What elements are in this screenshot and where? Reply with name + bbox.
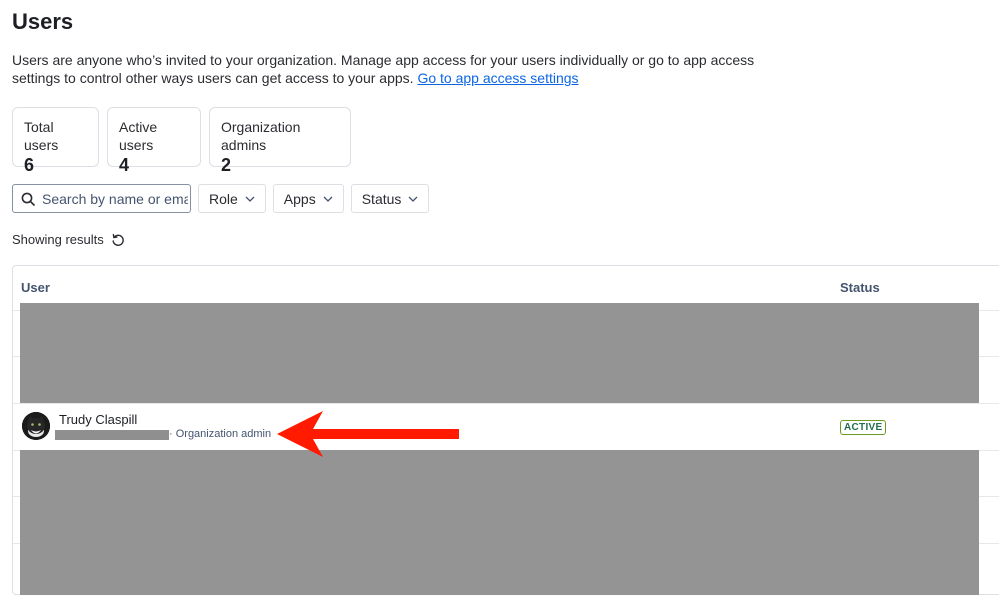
search-field[interactable] xyxy=(12,184,191,213)
user-role: · Organization admin xyxy=(169,428,272,440)
stat-label: Active users xyxy=(119,119,158,153)
stat-card-total-users: Total users 6 xyxy=(12,107,99,175)
chevron-down-icon xyxy=(323,196,333,202)
refresh-icon[interactable] xyxy=(111,233,125,247)
stat-label: Total users xyxy=(24,119,59,153)
avatar xyxy=(22,412,50,440)
users-table: User Status Trudy Claspill · Organizatio… xyxy=(12,265,999,595)
apps-filter-button[interactable]: Apps xyxy=(272,184,344,213)
apps-filter-label: Apps xyxy=(283,190,316,207)
status-filter-button[interactable]: Status xyxy=(350,184,430,213)
stat-value: 4 xyxy=(119,155,130,175)
stats-cards: Total users 6 Active users 4 Organizatio… xyxy=(12,107,351,175)
showing-results-label: Showing results xyxy=(12,232,104,247)
stat-card-organization-admins: Organization admins 2 xyxy=(209,107,351,175)
users-page: Users Users are anyone who’s invited to … xyxy=(0,0,999,600)
search-icon xyxy=(21,192,35,206)
page-title: Users xyxy=(12,9,74,34)
search-input[interactable] xyxy=(42,190,188,207)
avatar-image xyxy=(22,412,50,440)
column-header-user: User xyxy=(21,280,50,295)
chevron-down-icon xyxy=(245,196,255,202)
description-text: Users are anyone who’s invited to your o… xyxy=(12,52,755,86)
stat-value: 6 xyxy=(24,155,35,175)
arrow-annotation xyxy=(277,411,459,457)
status-badge: ACTIVE xyxy=(840,420,887,435)
stat-label: Organization admins xyxy=(221,119,301,153)
table-row[interactable]: Trudy Claspill · Organization admin ACTI… xyxy=(13,403,999,450)
redacted-rows xyxy=(20,303,979,403)
filter-bar: Role Apps Status xyxy=(12,184,430,213)
stat-value: 2 xyxy=(221,155,232,175)
redacted-rows xyxy=(20,450,979,595)
user-name[interactable]: Trudy Claspill xyxy=(59,412,137,427)
redacted-email xyxy=(55,430,169,440)
status-filter-label: Status xyxy=(361,190,402,207)
role-filter-button[interactable]: Role xyxy=(198,184,266,213)
role-filter-label: Role xyxy=(209,190,238,207)
column-header-status: Status xyxy=(840,280,880,295)
page-description: Users are anyone who’s invited to your o… xyxy=(12,51,802,87)
app-access-settings-link[interactable]: Go to app access settings xyxy=(417,70,578,86)
results-summary: Showing results xyxy=(12,232,125,247)
chevron-down-icon xyxy=(408,196,418,202)
stat-card-active-users: Active users 4 xyxy=(107,107,201,175)
